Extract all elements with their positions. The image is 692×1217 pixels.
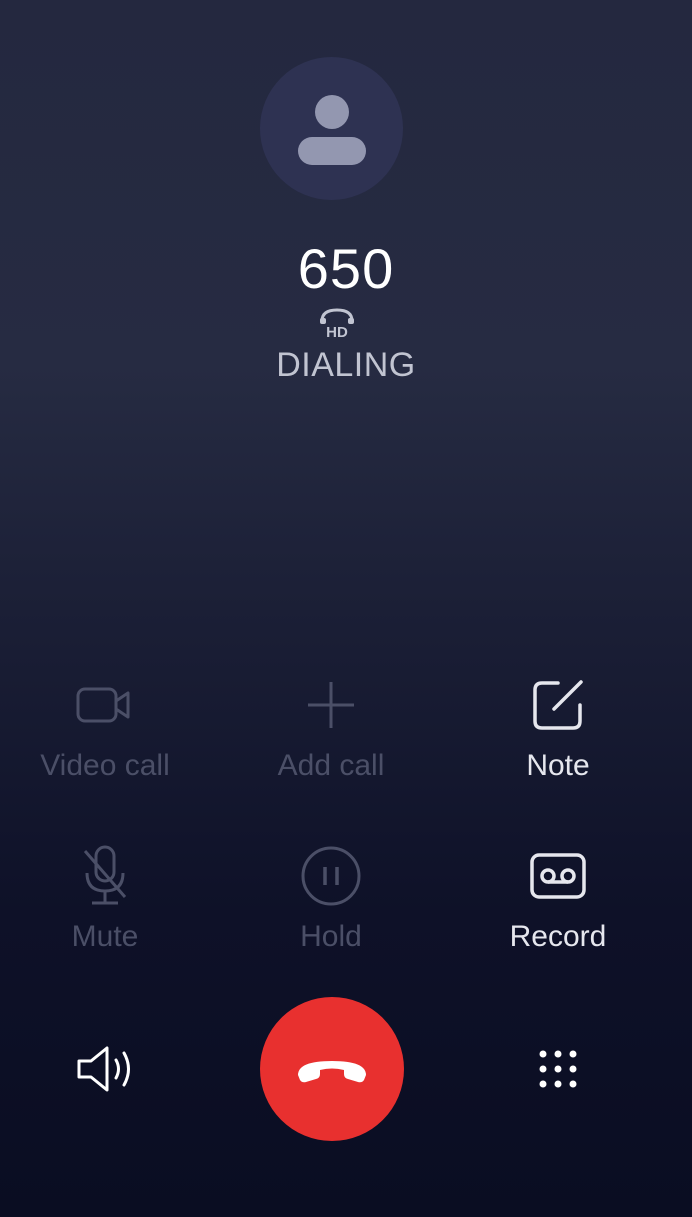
call-status: DIALING bbox=[276, 346, 416, 384]
video-camera-icon bbox=[76, 687, 130, 723]
speaker-icon bbox=[77, 1046, 130, 1092]
note-button[interactable]: Note bbox=[448, 675, 668, 783]
person-icon bbox=[297, 94, 366, 165]
add-call-button[interactable]: Add call bbox=[221, 675, 441, 783]
voicemail-record-icon bbox=[530, 853, 586, 899]
mute-button[interactable]: Mute bbox=[0, 845, 215, 954]
speaker-button[interactable] bbox=[70, 1039, 142, 1099]
contact-avatar bbox=[260, 57, 403, 200]
hd-label: HD bbox=[326, 324, 348, 339]
record-label: Record bbox=[509, 920, 607, 953]
note-label: Note bbox=[526, 749, 590, 782]
add-call-label: Add call bbox=[277, 749, 385, 782]
record-button[interactable]: Record bbox=[448, 846, 668, 954]
end-call-icon bbox=[298, 1061, 366, 1083]
mute-label: Mute bbox=[71, 920, 139, 953]
hold-label: Hold bbox=[300, 920, 362, 953]
plus-icon bbox=[308, 682, 354, 728]
phone-number: 650 bbox=[297, 237, 395, 300]
keypad-icon bbox=[539, 1050, 577, 1088]
end-call-button[interactable] bbox=[260, 997, 404, 1141]
video-call-label: Video call bbox=[40, 749, 170, 782]
keypad-button[interactable] bbox=[528, 1039, 588, 1099]
video-call-button[interactable]: Video call bbox=[0, 675, 215, 783]
pause-icon bbox=[301, 846, 361, 906]
hold-button[interactable]: Hold bbox=[221, 846, 441, 954]
note-edit-icon bbox=[533, 680, 583, 730]
microphone-muted-icon bbox=[83, 845, 127, 905]
hd-voice-icon: HD bbox=[320, 308, 354, 339]
